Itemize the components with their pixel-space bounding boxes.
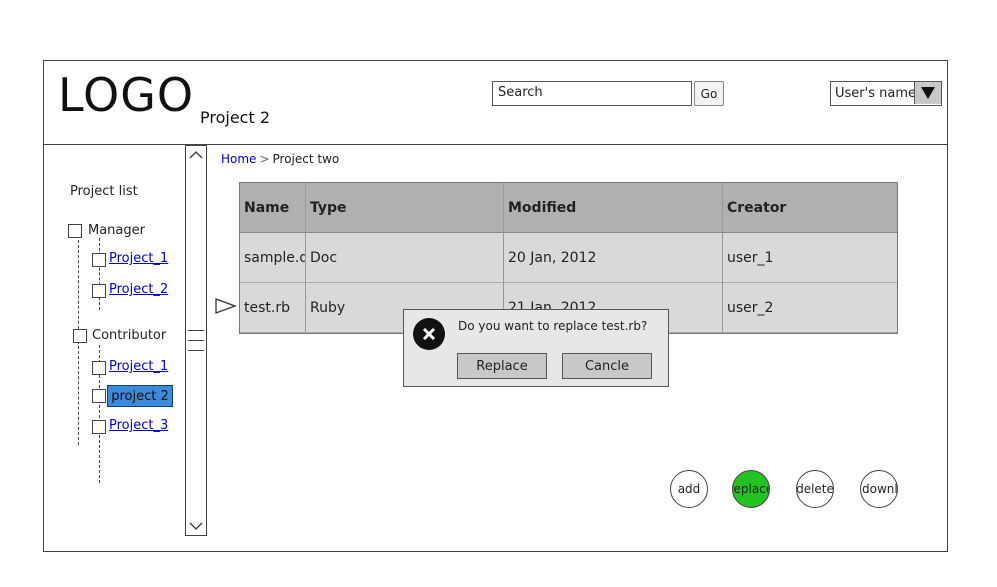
- table-row[interactable]: sample.doc Doc 20 Jan, 2012 user_1: [240, 233, 897, 283]
- table-header-row: Name Type Modified Creator: [240, 183, 897, 233]
- scroll-grip-line: [188, 330, 204, 331]
- column-header-modified[interactable]: Modified: [504, 183, 723, 233]
- cell-creator: user_1: [723, 233, 897, 283]
- replace-action-button[interactable]: replace: [732, 470, 770, 508]
- add-button[interactable]: add: [670, 470, 708, 508]
- search-go-button[interactable]: Go: [694, 81, 724, 106]
- header-divider: [43, 144, 948, 145]
- cell-name: sample.doc: [240, 233, 306, 283]
- checkbox-contributor-project-3[interactable]: [92, 420, 106, 434]
- row-pointer-icon: [215, 298, 237, 318]
- tree-link-project-3[interactable]: Project_3: [109, 418, 168, 433]
- checkbox-contributor[interactable]: [73, 329, 87, 343]
- tree-group-contributor: Contributor: [92, 328, 167, 343]
- cell-modified: 20 Jan, 2012: [504, 233, 723, 283]
- replace-button[interactable]: Replace: [457, 353, 547, 379]
- download-button[interactable]: download: [860, 470, 898, 508]
- user-name-label: User's name: [835, 86, 916, 101]
- delete-button[interactable]: delete: [796, 470, 834, 508]
- checkbox-manager[interactable]: [68, 224, 82, 238]
- dialog-message: Do you want to replace test.rb?: [458, 319, 648, 333]
- tree-link-project-2[interactable]: Project_2: [109, 282, 168, 297]
- cancel-button[interactable]: Cancle: [562, 353, 652, 379]
- search-input[interactable]: Search: [492, 81, 692, 106]
- page-title: Project 2: [200, 108, 271, 127]
- breadcrumb-separator: >: [259, 152, 270, 166]
- checkbox-manager-project-1[interactable]: [92, 253, 106, 267]
- breadcrumb: Home > Project two: [221, 152, 339, 166]
- chevron-down-icon[interactable]: [189, 519, 203, 533]
- cell-creator: user_2: [723, 283, 897, 333]
- sidebar-scrollbar[interactable]: [185, 145, 207, 536]
- tree-link-contributor-project-1[interactable]: Project_1: [109, 359, 168, 374]
- column-header-creator[interactable]: Creator: [723, 183, 897, 233]
- scroll-grip-line: [188, 340, 204, 341]
- checkbox-contributor-project-1[interactable]: [92, 361, 106, 375]
- scroll-grip-line: [188, 350, 204, 351]
- chevron-up-icon[interactable]: [189, 148, 203, 162]
- tree-group-manager: Manager: [88, 223, 145, 238]
- checkbox-manager-project-2[interactable]: [92, 284, 106, 298]
- project-list-title: Project list: [70, 184, 138, 199]
- tree-connector-line: [99, 238, 100, 310]
- replace-confirm-dialog: Do you want to replace test.rb? Replace …: [403, 309, 669, 387]
- tree-item-selected-project-2[interactable]: project 2: [107, 385, 173, 407]
- column-header-type[interactable]: Type: [306, 183, 504, 233]
- tree-link-project-1[interactable]: Project_1: [109, 251, 168, 266]
- breadcrumb-home-link[interactable]: Home: [221, 152, 256, 166]
- user-menu-dropdown[interactable]: User's name: [830, 81, 942, 106]
- column-header-name[interactable]: Name: [240, 183, 306, 233]
- breadcrumb-current: Project two: [272, 152, 340, 166]
- triangle-down-icon[interactable]: [914, 82, 941, 104]
- close-circle-icon: [413, 318, 445, 350]
- logo: LOGO: [58, 68, 195, 122]
- checkbox-contributor-project-2[interactable]: [92, 389, 106, 403]
- cell-name: test.rb: [240, 283, 306, 333]
- cell-type: Doc: [306, 233, 504, 283]
